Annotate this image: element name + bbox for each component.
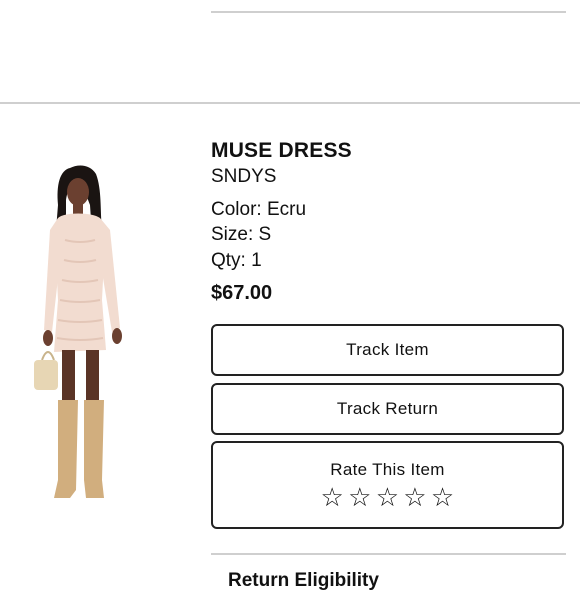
star-icon-2[interactable]: ☆ [348,484,372,510]
product-brand: SNDYS [211,166,277,187]
track-return-label: Track Return [336,399,439,418]
star-icon-3[interactable]: ☆ [376,484,400,510]
product-name: MUSE DRESS [211,139,352,162]
star-icon-4[interactable]: ☆ [403,484,427,510]
star-icon-1[interactable]: ☆ [320,484,344,510]
product-size: Size: S [211,224,272,245]
product-qty: Qty: 1 [211,250,262,271]
section-divider [0,102,580,104]
track-item-button[interactable]: Track Item [211,324,564,376]
rate-item-button[interactable]: Rate This Item ☆ ☆ ☆ ☆ ☆ [211,441,564,529]
star-icon-5[interactable]: ☆ [431,484,455,510]
return-eligibility-heading: Return Eligibility [228,570,379,591]
star-rating[interactable]: ☆ ☆ ☆ ☆ ☆ [320,484,454,510]
rate-item-label: Rate This Item [330,460,445,479]
product-color: Color: Ecru [211,199,307,220]
track-item-label: Track Item [346,340,429,359]
top-divider [211,11,566,13]
product-image[interactable] [20,160,150,510]
track-return-button[interactable]: Track Return [211,383,564,435]
product-price: $67.00 [211,282,273,304]
bottom-divider [211,553,566,555]
